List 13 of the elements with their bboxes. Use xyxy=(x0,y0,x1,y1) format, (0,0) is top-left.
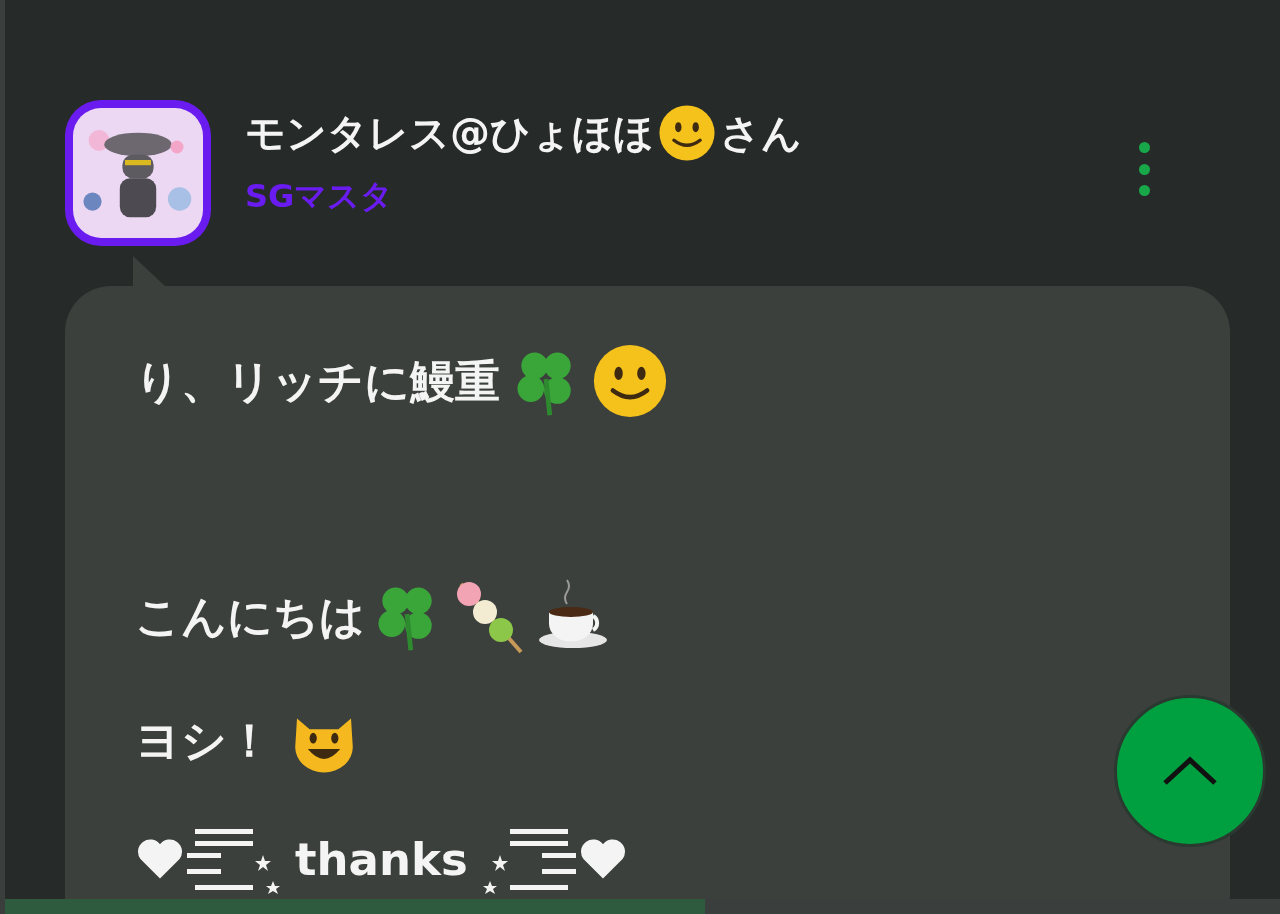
heart-icon xyxy=(135,837,185,881)
message-line: り、リッチに鰻重 xyxy=(135,358,500,404)
author-role: SGマスタ xyxy=(245,176,395,216)
smiling-face-icon xyxy=(658,104,716,162)
avatar[interactable] xyxy=(65,100,211,246)
smiling-face-icon xyxy=(592,343,668,419)
honorific: さん xyxy=(720,109,802,158)
chevron-up-icon xyxy=(1162,756,1218,786)
message-line: thanks xyxy=(295,836,468,882)
message-line: こんにちは xyxy=(135,593,365,639)
message-line: ヨシ！ xyxy=(135,717,272,763)
more-options-button[interactable] xyxy=(1138,142,1150,196)
author-name: モンタレス@ひょほほ xyxy=(245,109,654,158)
